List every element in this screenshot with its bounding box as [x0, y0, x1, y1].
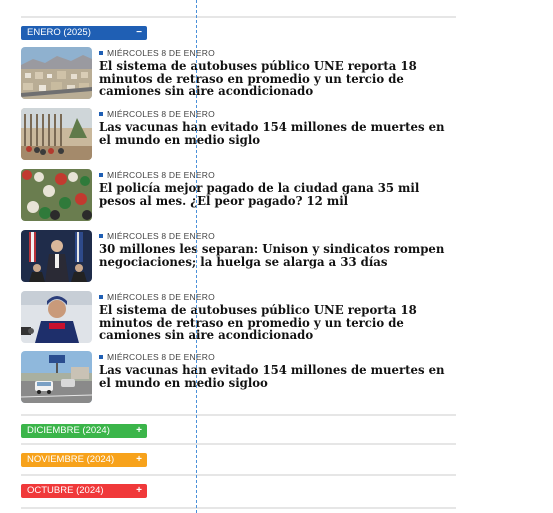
date-marker-icon	[99, 173, 103, 177]
date-marker-icon	[99, 234, 103, 238]
expand-icon[interactable]: +	[135, 424, 143, 437]
article-thumbnail-racing-driver-portrait[interactable]	[21, 291, 92, 343]
article-item[interactable]: MIÉRCOLES 8 DE ENERO Las vacunas han evi…	[21, 108, 451, 162]
month-label-enero: ENERO (2025)	[27, 27, 91, 38]
collapse-icon[interactable]: −	[135, 26, 143, 39]
dashed-guide-line	[196, 0, 197, 513]
date-marker-icon	[99, 295, 103, 299]
section-divider	[21, 474, 456, 476]
date-marker-icon	[99, 112, 103, 116]
date-marker-icon	[99, 355, 103, 359]
article-thumbnail-street-traffic[interactable]	[21, 351, 92, 403]
article-headline[interactable]: 30 millones les separan: Unison y sindic…	[99, 243, 451, 268]
article-headline[interactable]: El policía mejor pagado de la ciudad gan…	[99, 182, 451, 207]
article-headline[interactable]: El sistema de autobuses público UNE repo…	[99, 60, 451, 98]
article-headline[interactable]: Las vacunas han evitado 154 millones de …	[99, 121, 451, 146]
section-divider	[21, 414, 456, 416]
section-divider	[21, 443, 456, 445]
expand-icon[interactable]: +	[135, 453, 143, 466]
month-label-diciembre: DICIEMBRE (2024)	[27, 425, 110, 436]
article-headline[interactable]: Las vacunas han evitado 154 millones de …	[99, 364, 451, 389]
article-item[interactable]: MIÉRCOLES 8 DE ENERO El sistema de autob…	[21, 47, 451, 101]
article-date: MIÉRCOLES 8 DE ENERO	[99, 109, 215, 119]
month-toggle-diciembre[interactable]: DICIEMBRE (2024) +	[21, 424, 147, 438]
date-marker-icon	[99, 51, 103, 55]
article-date: MIÉRCOLES 8 DE ENERO	[99, 48, 215, 58]
article-thumbnail-press-conference-flags[interactable]	[21, 230, 92, 282]
month-toggle-octubre[interactable]: OCTUBRE (2024) +	[21, 484, 147, 498]
article-date: MIÉRCOLES 8 DE ENERO	[99, 170, 215, 180]
article-headline[interactable]: El sistema de autobuses público UNE repo…	[99, 304, 451, 342]
month-label-noviembre: NOVIEMBRE (2024)	[27, 454, 115, 465]
month-toggle-enero[interactable]: ENERO (2025) −	[21, 26, 147, 40]
month-label-octubre: OCTUBRE (2024)	[27, 485, 104, 496]
article-item[interactable]: MIÉRCOLES 8 DE ENERO El policía mejor pa…	[21, 169, 451, 223]
month-toggle-noviembre[interactable]: NOVIEMBRE (2024) +	[21, 453, 147, 467]
top-divider	[21, 16, 456, 18]
article-item[interactable]: MIÉRCOLES 8 DE ENERO Las vacunas han evi…	[21, 351, 451, 405]
article-thumbnail-city-aerial[interactable]	[21, 47, 92, 99]
section-divider	[21, 507, 456, 509]
article-date: MIÉRCOLES 8 DE ENERO	[99, 292, 215, 302]
article-thumbnail-border-wall-crowd[interactable]	[21, 108, 92, 160]
article-date: MIÉRCOLES 8 DE ENERO	[99, 352, 215, 362]
article-thumbnail-stadium-crowd[interactable]	[21, 169, 92, 221]
article-item[interactable]: MIÉRCOLES 8 DE ENERO El sistema de autob…	[21, 291, 451, 345]
expand-icon[interactable]: +	[135, 484, 143, 497]
article-item[interactable]: MIÉRCOLES 8 DE ENERO 30 millones les sep…	[21, 230, 451, 284]
article-date: MIÉRCOLES 8 DE ENERO	[99, 231, 215, 241]
